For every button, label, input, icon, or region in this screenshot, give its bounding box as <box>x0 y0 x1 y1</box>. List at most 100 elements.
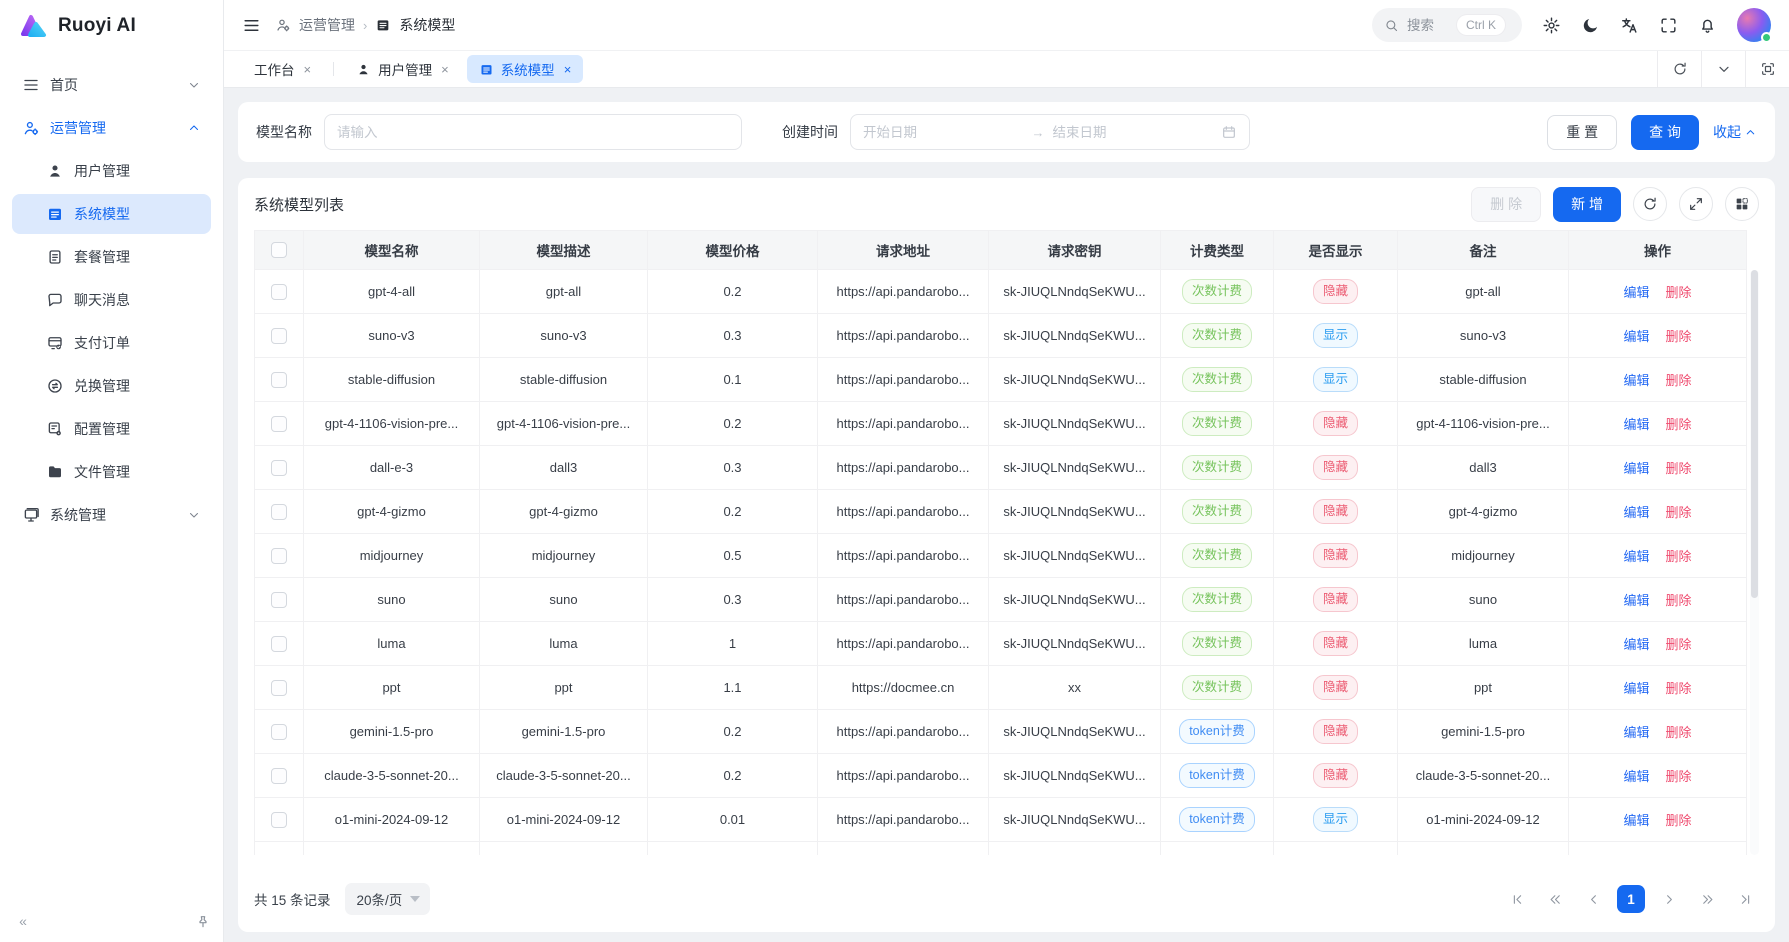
row-checkbox[interactable] <box>271 636 287 652</box>
start-date-input[interactable] <box>863 125 1024 140</box>
sidebar-item-home[interactable]: 首页 <box>12 65 211 105</box>
edit-link[interactable]: 编辑 <box>1623 461 1649 476</box>
page-size-select[interactable]: 20条/页 <box>345 883 431 915</box>
row-checkbox[interactable] <box>271 416 287 432</box>
column-settings-button[interactable] <box>1725 187 1759 221</box>
tab-system-model[interactable]: 系统模型× <box>467 55 584 83</box>
sidebar-item-chat-messages[interactable]: 聊天消息 <box>12 280 211 320</box>
tab-workbench[interactable]: 工作台× <box>242 55 323 83</box>
current-page-button[interactable]: 1 <box>1617 885 1645 913</box>
delete-button[interactable]: 删 除 <box>1471 187 1541 222</box>
global-search[interactable]: Ctrl K <box>1372 8 1522 42</box>
menu-toggle-icon[interactable] <box>242 16 261 35</box>
edit-link[interactable]: 编辑 <box>1623 813 1649 828</box>
translate-icon[interactable] <box>1620 16 1639 35</box>
edit-link[interactable]: 编辑 <box>1623 637 1649 652</box>
edit-link[interactable]: 编辑 <box>1623 505 1649 520</box>
next-page-button[interactable] <box>1655 885 1683 913</box>
settings-icon[interactable] <box>1542 16 1561 35</box>
sidebar-item-user-management[interactable]: 用户管理 <box>12 151 211 191</box>
table-scrollbar-thumb[interactable] <box>1751 270 1758 598</box>
close-tab-icon[interactable]: × <box>564 62 572 77</box>
edit-link[interactable]: 编辑 <box>1623 373 1649 388</box>
prev-page-button[interactable] <box>1579 885 1607 913</box>
next-5-pages-button[interactable] <box>1693 885 1721 913</box>
edit-link[interactable]: 编辑 <box>1623 549 1649 564</box>
sidebar-item-label: 系统模型 <box>74 204 130 224</box>
search-input[interactable] <box>1407 18 1449 33</box>
sidebar-collapse-button[interactable]: « <box>12 910 34 932</box>
tabbar-content-fullscreen-button[interactable] <box>1745 51 1789 87</box>
delete-link[interactable]: 删除 <box>1666 373 1692 388</box>
sidebar-item-redeem-management[interactable]: 兑换管理 <box>12 366 211 406</box>
sidebar-item-payment-orders[interactable]: 支付订单 <box>12 323 211 363</box>
row-checkbox[interactable] <box>271 768 287 784</box>
edit-link[interactable]: 编辑 <box>1623 285 1649 300</box>
expand-button[interactable] <box>1679 187 1713 221</box>
row-checkbox[interactable] <box>271 460 287 476</box>
add-button[interactable]: 新 增 <box>1553 187 1621 222</box>
row-checkbox[interactable] <box>271 724 287 740</box>
sidebar-item-system-management[interactable]: 系统管理 <box>12 495 211 535</box>
sidebar-item-config-management[interactable]: 配置管理 <box>12 409 211 449</box>
edit-link[interactable]: 编辑 <box>1623 725 1649 740</box>
delete-link[interactable]: 删除 <box>1666 505 1692 520</box>
edit-link[interactable]: 编辑 <box>1623 769 1649 784</box>
delete-link[interactable]: 删除 <box>1666 461 1692 476</box>
delete-link[interactable]: 删除 <box>1666 549 1692 564</box>
delete-link[interactable]: 删除 <box>1666 285 1692 300</box>
avatar[interactable] <box>1737 8 1771 42</box>
sidebar-pin-icon[interactable] <box>195 914 211 930</box>
sidebar-item-system-model[interactable]: 系统模型 <box>12 194 211 234</box>
delete-link[interactable]: 删除 <box>1666 681 1692 696</box>
row-checkbox[interactable] <box>271 328 287 344</box>
refresh-button[interactable] <box>1633 187 1667 221</box>
select-all-checkbox[interactable] <box>271 242 287 258</box>
end-date-input[interactable] <box>1053 125 1214 140</box>
tabbar-collapse-arrow-button[interactable] <box>1701 51 1745 87</box>
close-tab-icon[interactable]: × <box>441 62 449 77</box>
table-scrollbar[interactable] <box>1750 270 1759 855</box>
delete-link[interactable]: 删除 <box>1666 417 1692 432</box>
reset-button[interactable]: 重 置 <box>1547 115 1617 150</box>
row-checkbox[interactable] <box>271 504 287 520</box>
row-checkbox[interactable] <box>271 284 287 300</box>
tab-user-management[interactable]: 用户管理× <box>344 55 461 83</box>
delete-link[interactable]: 删除 <box>1666 769 1692 784</box>
tabbar-refresh-button[interactable] <box>1657 51 1701 87</box>
sidebar-item-package-management[interactable]: 套餐管理 <box>12 237 211 277</box>
notifications-icon[interactable] <box>1698 16 1717 35</box>
cell-model-price: 0.2 <box>648 490 818 534</box>
delete-link[interactable]: 删除 <box>1666 593 1692 608</box>
row-checkbox[interactable] <box>271 680 287 696</box>
cell-request-key: sk-JIUQLNndqSeKWU... <box>989 578 1161 622</box>
collapse-filter-link[interactable]: 收起 <box>1713 122 1757 142</box>
calendar-icon[interactable] <box>1221 124 1237 140</box>
row-checkbox[interactable] <box>271 548 287 564</box>
breadcrumb-current[interactable]: 系统模型 <box>399 15 455 35</box>
sidebar-item-operations[interactable]: 运营管理 <box>12 108 211 148</box>
edit-link[interactable]: 编辑 <box>1623 329 1649 344</box>
row-checkbox[interactable] <box>271 592 287 608</box>
last-page-button[interactable] <box>1731 885 1759 913</box>
model-name-input[interactable] <box>324 114 742 150</box>
prev-5-pages-button[interactable] <box>1541 885 1569 913</box>
date-range-picker[interactable]: → <box>850 114 1250 150</box>
sidebar-item-file-management[interactable]: 文件管理 <box>12 452 211 492</box>
edit-link[interactable]: 编辑 <box>1623 681 1649 696</box>
delete-link[interactable]: 删除 <box>1666 329 1692 344</box>
fullscreen-icon[interactable] <box>1659 16 1678 35</box>
delete-link[interactable]: 删除 <box>1666 637 1692 652</box>
edit-link[interactable]: 编辑 <box>1623 417 1649 432</box>
dark-mode-icon[interactable] <box>1581 16 1600 35</box>
row-checkbox[interactable] <box>271 372 287 388</box>
delete-link[interactable]: 删除 <box>1666 813 1692 828</box>
search-button[interactable]: 查 询 <box>1631 115 1699 150</box>
close-tab-icon[interactable]: × <box>304 62 312 77</box>
edit-link[interactable]: 编辑 <box>1623 593 1649 608</box>
tab-bar-controls <box>1657 51 1789 87</box>
breadcrumb-parent[interactable]: 运营管理 <box>299 15 355 35</box>
first-page-button[interactable] <box>1503 885 1531 913</box>
row-checkbox[interactable] <box>271 812 287 828</box>
delete-link[interactable]: 删除 <box>1666 725 1692 740</box>
